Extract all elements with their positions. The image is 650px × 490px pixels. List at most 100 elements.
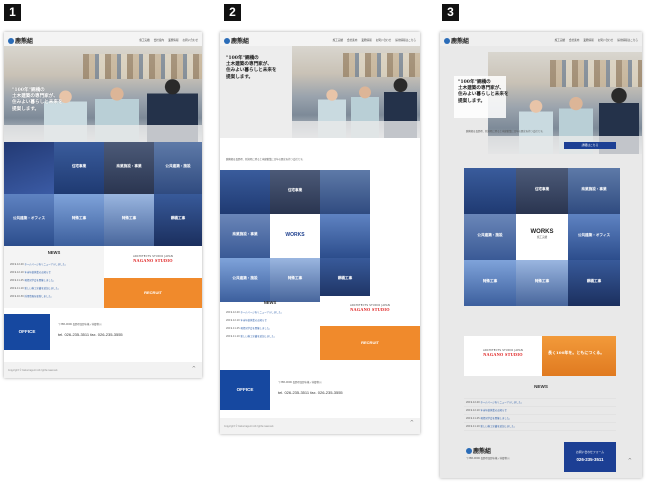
tile-commercial[interactable]: [320, 170, 370, 214]
nav-item-business[interactable]: 業務情報: [361, 38, 371, 42]
page-mockup-3: 鹿熊組 施工実績 会社案内 業務情報 お問い合わせ 採用情報はこちら "100年…: [440, 32, 642, 478]
nav-item-recruit[interactable]: 採用情報はこちら: [617, 38, 638, 42]
copyright: Copyright © Kakumagumi All rights reserv…: [8, 369, 58, 372]
news-divider: [464, 406, 616, 407]
news-item[interactable]: 2019.11.25 現場見学会を開催しました。: [226, 326, 272, 330]
back-to-top-icon[interactable]: ^: [410, 420, 414, 426]
tile-heat[interactable]: 特殊工事: [54, 194, 104, 246]
office-phone: tel. 026-235-3511 fax. 026-235-3555: [58, 332, 123, 337]
tile-commercial[interactable]: 商業施設・事業: [104, 142, 154, 194]
news-heading: NEWS: [534, 384, 548, 389]
news-divider: [464, 414, 616, 415]
hero-image: [488, 52, 642, 154]
nav-item-company[interactable]: 会社案内: [154, 38, 164, 42]
page-mockup-1: 鹿熊組 施工実績 会社案内 業務情報 お問い合わせ "100年"鋼橋の 土木建築の…: [4, 32, 202, 378]
copyright: Copyright © Kakumagumi All rights reserv…: [224, 425, 274, 428]
news-heading: NEWS: [47, 250, 61, 255]
office-address: 〒388-0006 長野県長野市篠ノ井御幣川: [58, 323, 102, 326]
page-mockup-2: 鹿熊組 施工実績 会社案内 業務情報 お問い合わせ 採用情報はこちら "100年…: [220, 32, 420, 434]
news-item[interactable]: 2019.11.10 新しい施工実績を追加しました。: [226, 334, 276, 338]
footer-logo[interactable]: 鹿熊組: [466, 446, 491, 455]
hero-tagline: "100年"鋼橋の 土木建築の専門家が、 住みよい暮らしと未来を 提案します。: [226, 56, 277, 80]
footer: Copyright © Kakumagumi All rights reserv…: [4, 362, 202, 378]
studio-banner[interactable]: ARCHITECTS STUDIO JAPAN NAGANO STUDIO: [464, 336, 542, 376]
office-block: OFFICE: [4, 314, 50, 350]
footer: Copyright © Kakumagumi All rights reserv…: [220, 418, 420, 434]
tile-office[interactable]: 公共建築・オフィス: [568, 214, 620, 260]
tile-heat[interactable]: 特殊工事: [270, 258, 320, 302]
nav-item-recruit[interactable]: 採用情報はこちら: [395, 38, 416, 42]
logo[interactable]: 鹿熊組: [224, 36, 249, 45]
news-heading: NEWS: [263, 300, 277, 305]
news-item[interactable]: 2019.11.25 現場見学会を開催しました。: [10, 278, 56, 282]
tile-photo[interactable]: [464, 168, 516, 214]
header: 鹿熊組 施工実績 会社案内 業務情報 お問い合わせ 採用情報はこちら: [220, 32, 420, 46]
tile-house[interactable]: 住宅事業: [270, 170, 320, 214]
works-label[interactable]: WORKS: [270, 214, 320, 258]
news-item[interactable]: 2019.12.10 年末年始休業のお知らせ: [10, 270, 51, 274]
news-item[interactable]: 2019.11.25 現場見学会を開催しました。: [466, 416, 512, 420]
nav-item-business[interactable]: 業務情報: [168, 38, 178, 42]
works-label[interactable]: WORKS 施工実績: [516, 214, 568, 260]
office-address: 〒388-0006 長野県長野市篠ノ井御幣川: [278, 381, 322, 384]
tile-bridge[interactable]: 鋼橋工事: [154, 194, 202, 246]
header: 鹿熊組 施工実績 会社案内 業務情報 お問い合わせ: [4, 32, 202, 46]
office-phone: tel. 026-235-3511 fax. 026-235-3555: [278, 390, 343, 395]
studio-banner[interactable]: ARCHITECTS STUDIO JAPAN NAGANO STUDIO: [104, 246, 202, 278]
intro-text: 鹿熊組は長野県、新潟県に跨る土木建築業に百年の歴史を持つ会社です。: [226, 158, 305, 161]
tile-public[interactable]: 公共建築・施設: [220, 258, 270, 302]
tile-special[interactable]: 特殊工事: [104, 194, 154, 246]
contact-cta[interactable]: お問い合わせフォーム 026-235-3511: [564, 442, 616, 472]
recruit-button[interactable]: RECRUIT: [320, 326, 420, 360]
global-nav: 施工実績 会社案内 業務情報 お問い合わせ: [139, 38, 198, 42]
news-item[interactable]: 2019.11.10 新しい施工実績を追加しました。: [466, 424, 516, 428]
tile-public[interactable]: 公共建築・施設: [464, 214, 516, 260]
intro-text: 鹿熊組は長野県、新潟県に跨る土木建築業に百年の歴史を持つ会社です。: [466, 130, 545, 133]
logo-mark-icon: [444, 38, 450, 44]
recruit-banner[interactable]: 長く100年を。ともにつくる。: [542, 336, 616, 376]
tile-house[interactable]: 住宅事業: [516, 168, 568, 214]
footer-address: 〒388-0006 長野県長野市篠ノ井御幣川: [466, 457, 510, 460]
label-2: 2: [224, 4, 241, 21]
tile-bridge[interactable]: 鋼橋工事: [568, 260, 620, 306]
news-item[interactable]: 2019.12.20 ホームページをリニューアルしました。: [466, 400, 523, 404]
nav-item-contact[interactable]: お問い合わせ: [182, 38, 198, 42]
label-1: 1: [4, 4, 21, 21]
office-block: OFFICE: [220, 370, 270, 410]
news-item[interactable]: 2019.10.30 採用情報を更新しました。: [10, 294, 53, 298]
tile-commercial-2[interactable]: 商業施設・事業: [220, 214, 270, 258]
news-divider: [464, 422, 616, 423]
nav-item-contact[interactable]: お問い合わせ: [598, 38, 614, 42]
tile-special[interactable]: 特殊工事: [516, 260, 568, 306]
news-item[interactable]: 2019.11.10 新しい施工実績を追加しました。: [10, 286, 60, 290]
more-button[interactable]: 詳細はこちら: [564, 142, 616, 149]
nav-item-business[interactable]: 業務情報: [583, 38, 593, 42]
tile-photo[interactable]: [220, 170, 270, 214]
nav-item-works[interactable]: 施工実績: [555, 38, 565, 42]
recruit-button[interactable]: RECRUIT: [104, 278, 202, 308]
studio-banner[interactable]: ARCHITECTS STUDIO JAPAN NAGANO STUDIO: [320, 296, 420, 326]
tile-office[interactable]: [320, 214, 370, 258]
nav-item-works[interactable]: 施工実績: [139, 38, 149, 42]
logo[interactable]: 鹿熊組: [444, 36, 469, 45]
tile-photo[interactable]: [4, 142, 54, 194]
tile-heat[interactable]: 特殊工事: [464, 260, 516, 306]
tile-public[interactable]: 公共建築・施設: [154, 142, 202, 194]
news-item[interactable]: 2019.12.10 年末年始休業のお知らせ: [226, 318, 267, 322]
back-to-top-icon[interactable]: ^: [628, 458, 632, 464]
global-nav: 施工実績 会社案内 業務情報 お問い合わせ 採用情報はこちら: [333, 38, 416, 42]
hero-image: [292, 46, 420, 138]
back-to-top-icon[interactable]: ^: [192, 366, 196, 372]
news-item[interactable]: 2019.12.20 ホームページをリニューアルしました。: [10, 262, 67, 266]
news-item[interactable]: 2019.12.20 ホームページをリニューアルしました。: [226, 310, 283, 314]
news-item[interactable]: 2019.12.10 年末年始休業のお知らせ: [466, 408, 507, 412]
label-3: 3: [442, 4, 459, 21]
nav-item-company[interactable]: 会社案内: [569, 38, 579, 42]
tile-house[interactable]: 住宅事業: [54, 142, 104, 194]
tile-office[interactable]: 公共建築・オフィス: [4, 194, 54, 246]
nav-item-company[interactable]: 会社案内: [347, 38, 357, 42]
logo[interactable]: 鹿熊組: [8, 36, 33, 45]
nav-item-contact[interactable]: お問い合わせ: [376, 38, 392, 42]
nav-item-works[interactable]: 施工実績: [333, 38, 343, 42]
tile-commercial[interactable]: 商業施設・事業: [568, 168, 620, 214]
